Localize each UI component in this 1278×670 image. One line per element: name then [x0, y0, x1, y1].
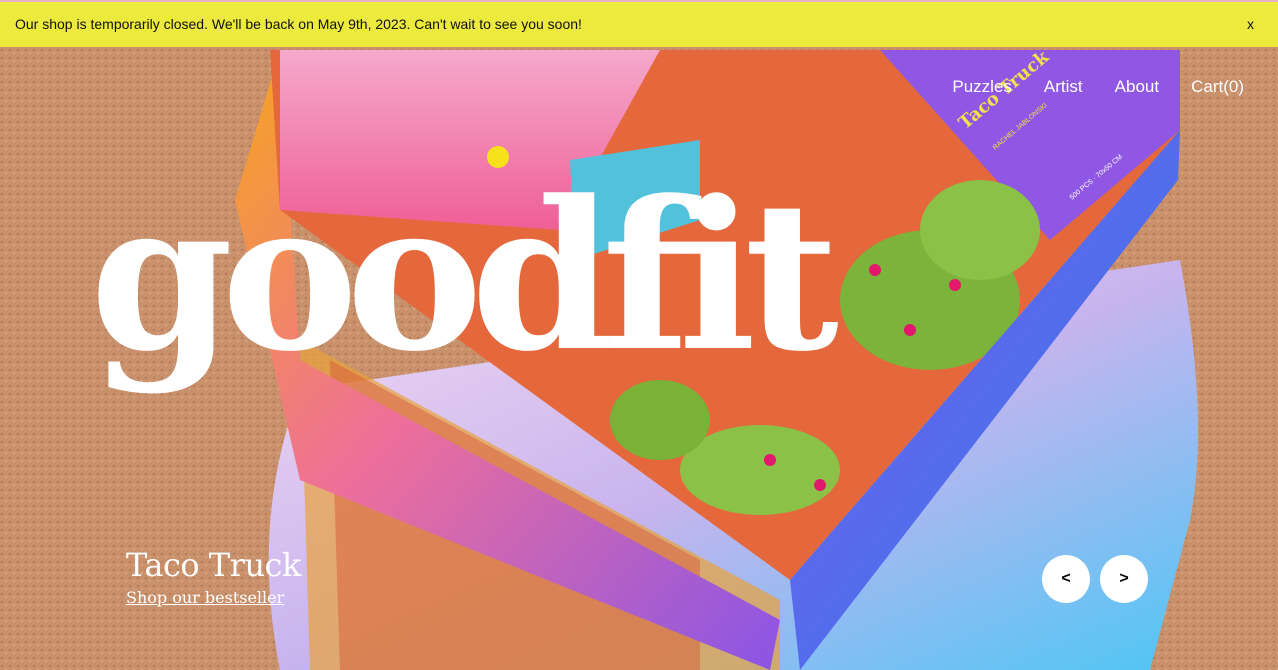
nav-item-about[interactable]: About	[1115, 77, 1159, 97]
page: Taco Truck RACHEL JABLONSKI 500 PCS · 70…	[0, 0, 1278, 670]
announcement-bar: Our shop is temporarily closed. We'll be…	[0, 0, 1278, 47]
close-announcement-button[interactable]: x	[1247, 16, 1254, 32]
main-nav: Puzzles Artist About Cart(0)	[920, 77, 1244, 97]
nav-item-cart[interactable]: Cart(0)	[1191, 77, 1244, 97]
product-title: Taco Truck	[126, 546, 301, 584]
brand-logo[interactable]: goodfit	[90, 175, 839, 380]
announcement-text: Our shop is temporarily closed. We'll be…	[15, 16, 582, 32]
nav-item-artist[interactable]: Artist	[1044, 77, 1083, 97]
shop-bestseller-link[interactable]: Shop our bestseller	[126, 588, 284, 607]
nav-item-puzzles[interactable]: Puzzles	[952, 77, 1012, 97]
hero-caption: Taco Truck Shop our bestseller	[126, 546, 301, 608]
slider-prev-button[interactable]: <	[1042, 555, 1090, 603]
slider-next-button[interactable]: >	[1100, 555, 1148, 603]
